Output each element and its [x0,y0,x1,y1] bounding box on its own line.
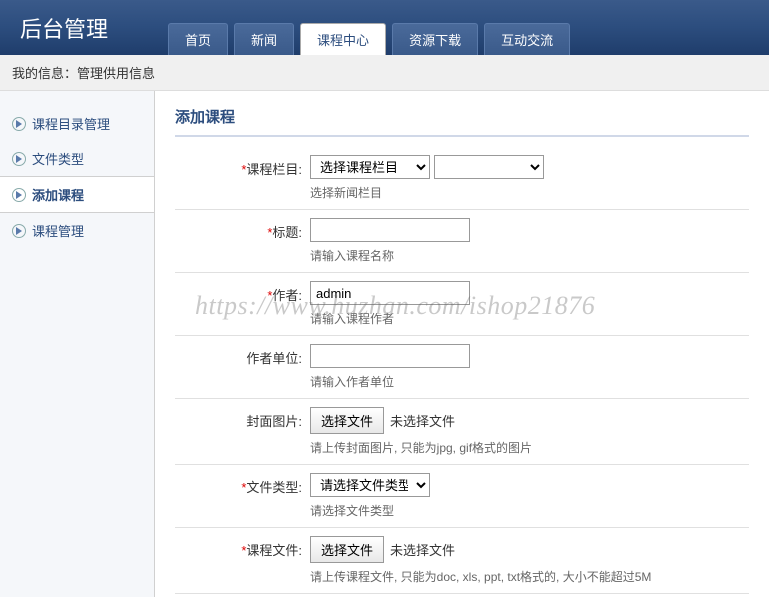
logo: 后台管理 [20,12,108,44]
nav-tab-resource[interactable]: 资源下载 [392,23,478,55]
form-hint: 请上传封面图片, 只能为jpg, gif格式的图片 [310,439,749,456]
sidebar-item-label: 课程目录管理 [32,114,110,133]
form-label: *作者: [175,281,310,327]
author-input[interactable] [310,281,470,305]
sidebar-item-label: 添加课程 [32,185,84,204]
form-hint: 选择新闻栏目 [310,184,749,201]
form-row-coursefile: *课程文件: 选择文件未选择文件 请上传课程文件, 只能为doc, xls, p… [175,528,749,594]
form-row-title: *标题: 请输入课程名称 [175,210,749,273]
sidebar-item-addcourse[interactable]: 添加课程 [0,176,154,213]
form-field: 选择文件未选择文件 请上传课程文件, 只能为doc, xls, ppt, txt… [310,536,749,585]
form-row-cover: 封面图片: 选择文件未选择文件 请上传封面图片, 只能为jpg, gif格式的图… [175,399,749,465]
form-label: *课程文件: [175,536,310,585]
arrow-icon [12,117,26,131]
form-label: *文件类型: [175,473,310,519]
category-select[interactable]: 选择课程栏目 [310,155,430,179]
form-label: *标题: [175,218,310,264]
form-field: 请输入作者单位 [310,344,749,390]
form-hint: 请输入课程作者 [310,310,749,327]
form-field: 选择课程栏目 选择新闻栏目 [310,155,749,201]
form-field: 请输入课程名称 [310,218,749,264]
nav-tabs: 首页 新闻 课程中心 资源下载 互动交流 [168,23,570,55]
nav-tab-news[interactable]: 新闻 [234,23,294,55]
form-hint: 请上传课程文件, 只能为doc, xls, ppt, txt格式的, 大小不能超… [310,568,749,585]
form-row-author-unit: 作者单位: 请输入作者单位 [175,336,749,399]
nav-tab-course[interactable]: 课程中心 [300,23,386,55]
breadcrumb: 我的信息：管理供用信息 [0,55,769,91]
file-status: 未选择文件 [390,543,455,558]
main: 课程目录管理 文件类型 添加课程 课程管理 添加课程 *课程栏目: 选择课程栏目… [0,91,769,597]
cover-file-button[interactable]: 选择文件 [310,407,384,434]
nav-tab-interact[interactable]: 互动交流 [484,23,570,55]
sidebar-item-coursemgmt[interactable]: 课程管理 [0,213,154,248]
arrow-icon [12,152,26,166]
arrow-icon [12,188,26,202]
author-unit-input[interactable] [310,344,470,368]
sidebar-item-catalog[interactable]: 课程目录管理 [0,106,154,141]
sidebar-item-filetype[interactable]: 文件类型 [0,141,154,176]
form-field: 请输入课程作者 [310,281,749,327]
sidebar-item-label: 文件类型 [32,149,84,168]
content: 添加课程 *课程栏目: 选择课程栏目 选择新闻栏目 *标题: 请输入课程名称 *… [155,91,769,597]
header: 后台管理 首页 新闻 课程中心 资源下载 互动交流 [0,0,769,55]
page-title: 添加课程 [175,106,749,137]
form-field: 请选择文件类型 请选择文件类型 [310,473,749,519]
sidebar: 课程目录管理 文件类型 添加课程 课程管理 [0,91,155,597]
form-field: 选择文件未选择文件 请上传封面图片, 只能为jpg, gif格式的图片 [310,407,749,456]
form-label: 作者单位: [175,344,310,390]
nav-tab-home[interactable]: 首页 [168,23,228,55]
form-hint: 请输入课程名称 [310,247,749,264]
form-label: *课程栏目: [175,155,310,201]
coursefile-button[interactable]: 选择文件 [310,536,384,563]
form-row-filetype: *文件类型: 请选择文件类型 请选择文件类型 [175,465,749,528]
arrow-icon [12,224,26,238]
form-row-author: *作者: 请输入课程作者 [175,273,749,336]
form-hint: 请选择文件类型 [310,502,749,519]
file-status: 未选择文件 [390,414,455,429]
form-label: 封面图片: [175,407,310,456]
form-hint: 请输入作者单位 [310,373,749,390]
form-row-category: *课程栏目: 选择课程栏目 选择新闻栏目 [175,147,749,210]
title-input[interactable] [310,218,470,242]
category-select-2[interactable] [434,155,544,179]
sidebar-item-label: 课程管理 [32,221,84,240]
filetype-select[interactable]: 请选择文件类型 [310,473,430,497]
